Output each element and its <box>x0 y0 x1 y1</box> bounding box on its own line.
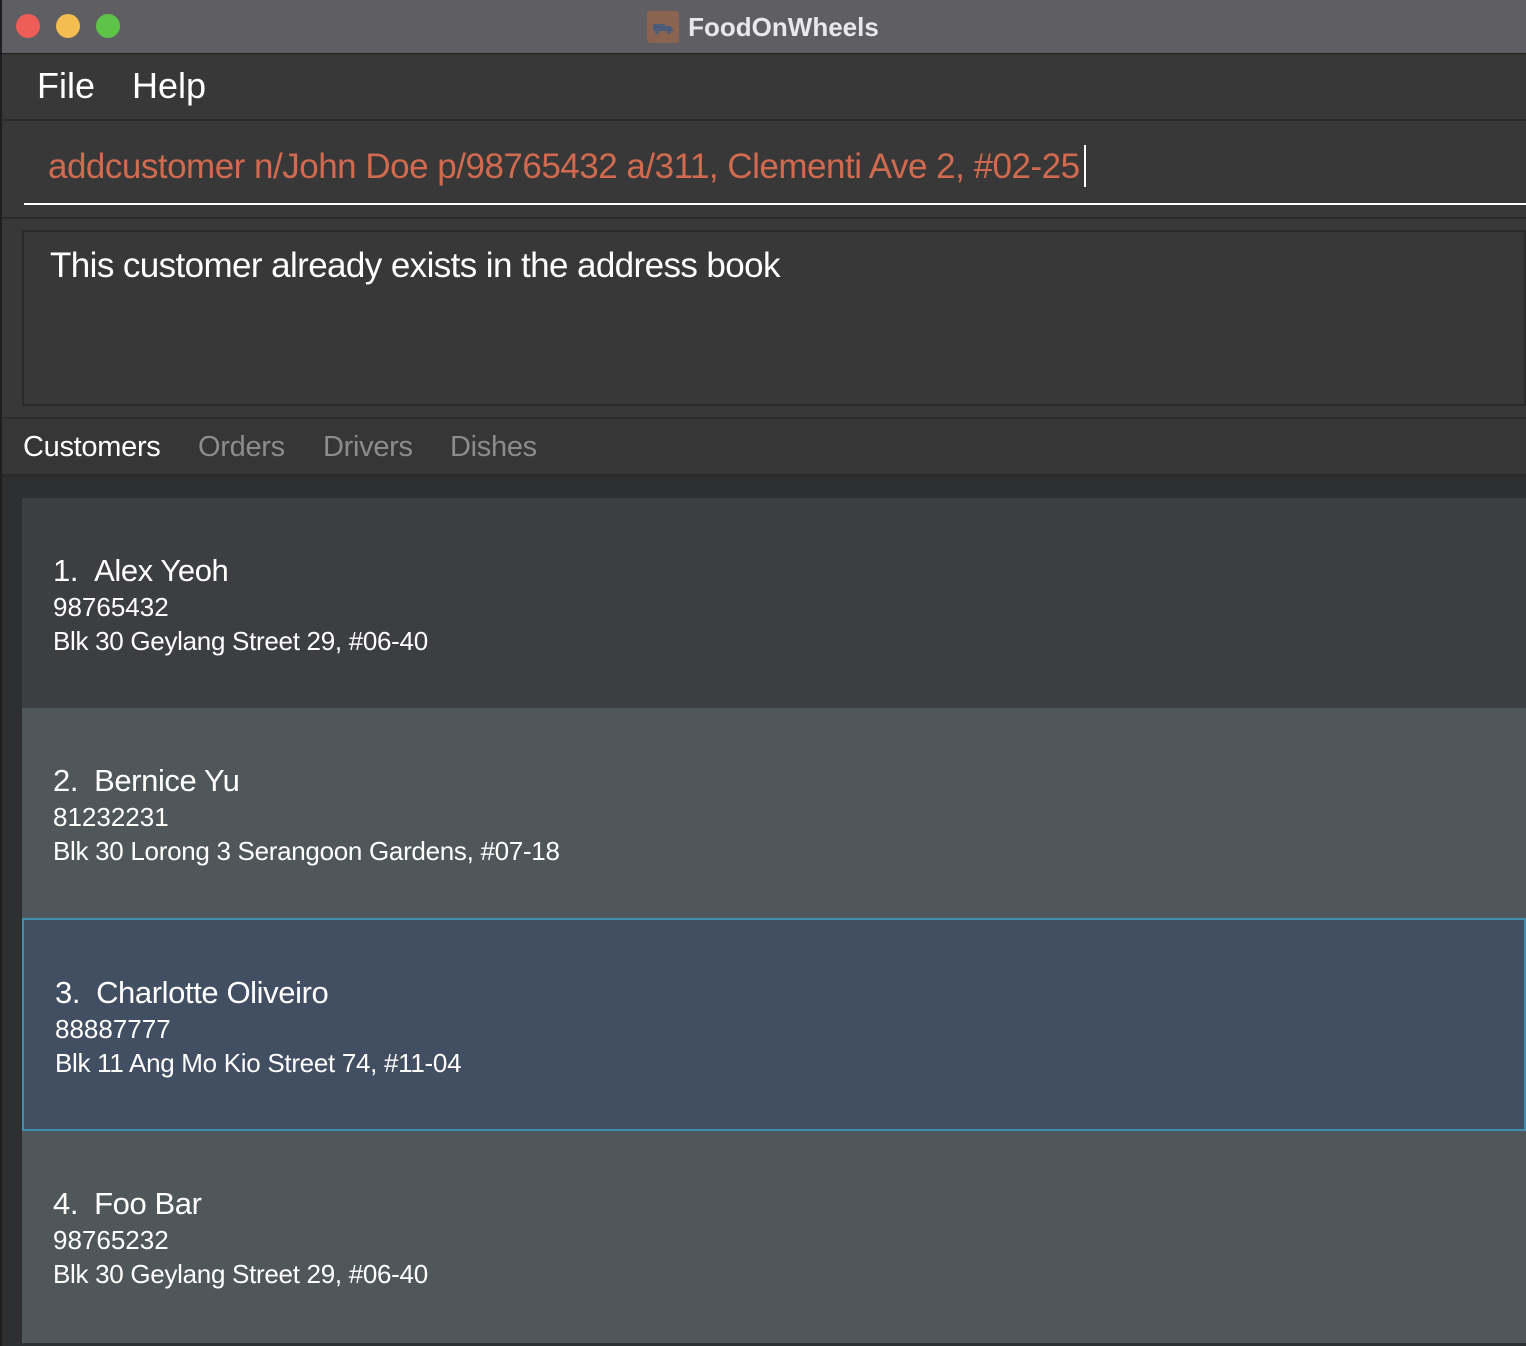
customer-name-text: Alex Yeoh <box>94 553 229 588</box>
customer-index: 1. <box>53 553 79 588</box>
command-input[interactable]: addcustomer n/John Doe p/98765432 a/311,… <box>24 141 1526 205</box>
customer-name: 4. Foo Bar <box>53 1186 202 1222</box>
tab-customers[interactable]: Customers <box>23 431 161 464</box>
delivery-truck-icon <box>647 11 680 43</box>
customer-name: 3. Charlotte Oliveiro <box>55 975 329 1011</box>
customer-name-text: Charlotte Oliveiro <box>96 975 329 1010</box>
title-bar[interactable]: FoodOnWheels <box>0 0 1526 54</box>
window-title: FoodOnWheels <box>0 0 1526 54</box>
customer-phone: 81232231 <box>53 802 169 832</box>
command-input-text: addcustomer n/John Doe p/98765432 a/311,… <box>48 147 1080 186</box>
customer-card[interactable]: 2. Bernice Yu 81232231 Blk 30 Lorong 3 Se… <box>22 708 1526 918</box>
menu-bar: File Help <box>0 55 1526 121</box>
result-display-panel: This customer already exists in the addr… <box>0 217 1526 417</box>
command-box: addcustomer n/John Doe p/98765432 a/311,… <box>0 123 1526 215</box>
menu-help[interactable]: Help <box>132 65 206 107</box>
customer-index: 4. <box>53 1186 79 1221</box>
customer-phone: 98765432 <box>53 592 169 622</box>
customer-card-selected[interactable]: 3. Charlotte Oliveiro 88887777 Blk 11 Ang… <box>22 918 1526 1131</box>
customer-name: 1. Alex Yeoh <box>53 553 229 589</box>
window-title-text: FoodOnWheels <box>688 11 879 42</box>
customer-card[interactable]: 1. Alex Yeoh 98765432 Blk 30 Geylang Stre… <box>22 498 1526 708</box>
app-window: FoodOnWheels File Help addcustomer n/Joh… <box>0 0 1526 1346</box>
customer-address: Blk 30 Lorong 3 Serangoon Gardens, #07-1… <box>53 836 560 866</box>
customer-name-text: Foo Bar <box>94 1186 202 1221</box>
tab-drivers[interactable]: Drivers <box>323 431 413 464</box>
customer-name: 2. Bernice Yu <box>53 763 240 799</box>
customer-name-text: Bernice Yu <box>94 763 240 798</box>
customer-index: 3. <box>55 975 81 1010</box>
customer-address: Blk 11 Ang Mo Kio Street 74, #11-04 <box>55 1048 462 1078</box>
customer-index: 2. <box>53 763 79 798</box>
tab-dishes[interactable]: Dishes <box>450 431 537 464</box>
customer-card[interactable]: 4. Foo Bar 98765232 Blk 30 Geylang Street… <box>22 1131 1526 1343</box>
tab-bar: Customers Orders Drivers Dishes <box>0 417 1526 477</box>
customer-phone: 88887777 <box>55 1014 171 1044</box>
menu-file[interactable]: File <box>37 65 95 107</box>
customer-address: Blk 30 Geylang Street 29, #06-40 <box>53 1259 428 1289</box>
text-caret <box>1083 144 1086 187</box>
customer-list[interactable]: 1. Alex Yeoh 98765432 Blk 30 Geylang Stre… <box>0 477 1526 1346</box>
customer-phone: 98765232 <box>53 1225 169 1255</box>
tab-orders[interactable]: Orders <box>198 431 285 464</box>
customer-address: Blk 30 Geylang Street 29, #06-40 <box>53 626 428 656</box>
result-message: This customer already exists in the addr… <box>50 246 780 285</box>
result-display[interactable]: This customer already exists in the addr… <box>22 230 1526 406</box>
window-left-border <box>0 0 2 1346</box>
